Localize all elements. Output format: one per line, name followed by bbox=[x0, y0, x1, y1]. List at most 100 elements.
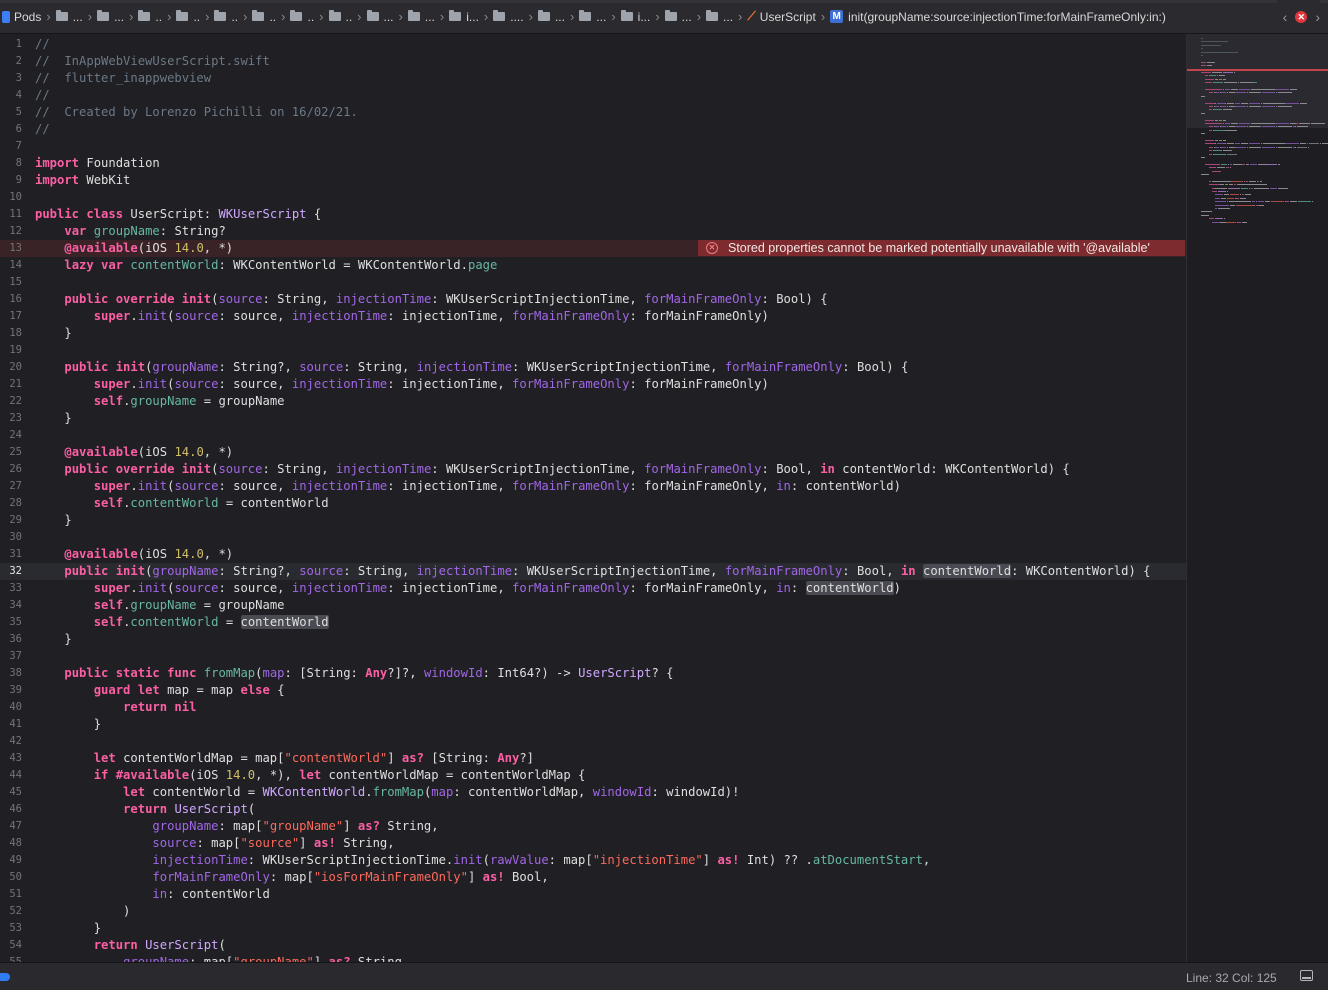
breadcrumb-folder[interactable]: ... bbox=[704, 10, 735, 24]
code-token: : bbox=[629, 581, 637, 595]
code-line[interactable]: 39 guard let map = map else { bbox=[0, 682, 1186, 699]
breadcrumb-file[interactable]: ⟋ UserScript bbox=[745, 9, 817, 24]
code-line[interactable]: 23 } bbox=[0, 410, 1186, 427]
code-token: : bbox=[629, 479, 637, 493]
code-token: source bbox=[174, 479, 219, 493]
code-line[interactable]: 55 groupName: map["groupName"] as? Strin… bbox=[0, 954, 1186, 962]
minimap-visible-region[interactable] bbox=[1187, 34, 1328, 128]
breadcrumb-folder[interactable]: .. bbox=[136, 10, 164, 24]
code-line[interactable]: 7 bbox=[0, 138, 1186, 155]
code-line[interactable]: 18 } bbox=[0, 325, 1186, 342]
code-token: : bbox=[343, 360, 351, 374]
minimap-stroke bbox=[1321, 143, 1328, 145]
breadcrumb-folder[interactable]: .. bbox=[327, 10, 355, 24]
code-line[interactable]: 21 super.init(source: source, injectionT… bbox=[0, 376, 1186, 393]
code-line[interactable]: 47 groupName: map["groupName"] as? Strin… bbox=[0, 818, 1186, 835]
code-line[interactable]: 38 public static func fromMap(map: [Stri… bbox=[0, 665, 1186, 682]
code-line[interactable]: 6 // bbox=[0, 121, 1186, 138]
code-line[interactable]: 14 lazy var contentWorld: WKContentWorld… bbox=[0, 257, 1186, 274]
minimap-stroke bbox=[1215, 187, 1228, 189]
code-line[interactable]: 1 // bbox=[0, 36, 1186, 53]
code-line[interactable]: 54 return UserScript( bbox=[0, 937, 1186, 954]
minimap[interactable] bbox=[1186, 34, 1328, 962]
minimap-stroke bbox=[1256, 204, 1259, 206]
code-line[interactable]: 26 public override init(source: String, … bbox=[0, 461, 1186, 478]
code-line[interactable]: 24 bbox=[0, 427, 1186, 444]
code-line[interactable]: 27 super.init(source: source, injectionT… bbox=[0, 478, 1186, 495]
code-line[interactable]: 37 bbox=[0, 648, 1186, 665]
code-line[interactable]: 10 bbox=[0, 189, 1186, 206]
code-line[interactable]: 22 self.groupName = groupName bbox=[0, 393, 1186, 410]
code-line[interactable]: 29 } bbox=[0, 512, 1186, 529]
code-line[interactable]: 25 @available(iOS 14.0, *) bbox=[0, 444, 1186, 461]
code-line[interactable]: 9 import WebKit bbox=[0, 172, 1186, 189]
inline-error-message[interactable]: ✕ Stored properties cannot be marked pote… bbox=[698, 240, 1185, 256]
code-line[interactable]: 50 forMainFrameOnly: map["iosForMainFram… bbox=[0, 869, 1186, 886]
code-line[interactable]: 28 self.contentWorld = contentWorld bbox=[0, 495, 1186, 512]
error-issue-icon[interactable]: ✕ bbox=[1295, 11, 1308, 23]
debug-area-toggle[interactable] bbox=[0, 973, 10, 981]
breadcrumb-symbol[interactable]: M init(groupName:source:injectionTime:fo… bbox=[828, 10, 1168, 24]
code-token: groupName bbox=[130, 394, 197, 408]
minimap-stroke bbox=[1301, 102, 1308, 104]
code-line[interactable]: 36 } bbox=[0, 631, 1186, 648]
breadcrumb-folder[interactable]: .. bbox=[212, 10, 240, 24]
breadcrumb-folder[interactable]: ... bbox=[577, 10, 608, 24]
code-line[interactable]: 4 // bbox=[0, 87, 1186, 104]
breadcrumb-folder[interactable]: i... bbox=[619, 10, 653, 24]
breadcrumb-folder[interactable]: .. bbox=[250, 10, 278, 24]
code-line[interactable]: 31 @available(iOS 14.0, *) bbox=[0, 546, 1186, 563]
breadcrumb-folder[interactable]: .. bbox=[174, 10, 202, 24]
code-line[interactable]: 43 let contentWorldMap = map["contentWor… bbox=[0, 750, 1186, 767]
minimap-stroke bbox=[1222, 150, 1233, 152]
code-line[interactable]: 42 bbox=[0, 733, 1186, 750]
breadcrumb-root[interactable]: Pods bbox=[0, 10, 43, 24]
code-line[interactable]: 53 } bbox=[0, 920, 1186, 937]
code-line[interactable]: 20 public init(groupName: String?, sourc… bbox=[0, 359, 1186, 376]
source-editor[interactable]: 1 // 2 // InAppWebViewUserScript.swift 3 // f… bbox=[0, 34, 1186, 962]
code-line[interactable]: 34 self.groupName = groupName bbox=[0, 597, 1186, 614]
breadcrumb-folder[interactable]: ... bbox=[95, 10, 126, 24]
code-token: windowId bbox=[423, 666, 483, 680]
code-line[interactable]: 46 return UserScript( bbox=[0, 801, 1186, 818]
code-line[interactable]: 48 source: map["source"] as! String, bbox=[0, 835, 1186, 852]
breadcrumb-folder[interactable]: ... bbox=[406, 10, 437, 24]
code-token: forMainFrameOnly bbox=[512, 309, 630, 323]
breadcrumb-folder[interactable]: .. bbox=[288, 10, 316, 24]
line-number: 33 bbox=[9, 582, 22, 594]
code-line[interactable]: 5 // Created by Lorenzo Pichilli on 16/02… bbox=[0, 104, 1186, 121]
code-line[interactable]: 2 // InAppWebViewUserScript.swift bbox=[0, 53, 1186, 70]
code-line[interactable]: 16 public override init(source: String, … bbox=[0, 291, 1186, 308]
breadcrumb-folder[interactable]: ... bbox=[536, 10, 567, 24]
code-line[interactable]: 19 bbox=[0, 342, 1186, 359]
code-line[interactable]: 44 if #available(iOS 14.0, *), let conte… bbox=[0, 767, 1186, 784]
code-token: String, bbox=[277, 462, 329, 476]
code-line[interactable]: 3 // flutter_inappwebview bbox=[0, 70, 1186, 87]
code-line[interactable]: 12 var groupName: String? bbox=[0, 223, 1186, 240]
code-line[interactable]: 51 in: contentWorld bbox=[0, 886, 1186, 903]
code-line[interactable]: 40 return nil bbox=[0, 699, 1186, 716]
code-line[interactable]: 33 super.init(source: source, injectionT… bbox=[0, 580, 1186, 597]
next-issue-icon[interactable]: › bbox=[1315, 9, 1320, 25]
minimap-stroke bbox=[1201, 55, 1203, 56]
code-line[interactable]: 17 super.init(source: source, injectionT… bbox=[0, 308, 1186, 325]
code-line[interactable]: 32 public init(groupName: String?, sourc… bbox=[0, 563, 1186, 580]
code-line[interactable]: 49 injectionTime: WKUserScriptInjectionT… bbox=[0, 852, 1186, 869]
breadcrumb-folder[interactable]: ... bbox=[365, 10, 396, 24]
previous-issue-icon[interactable]: ‹ bbox=[1283, 9, 1288, 25]
code-line[interactable]: 41 } bbox=[0, 716, 1186, 733]
code-line[interactable]: 45 let contentWorld = WKContentWorld.fro… bbox=[0, 784, 1186, 801]
code-line[interactable]: 11 public class UserScript: WKUserScript … bbox=[0, 206, 1186, 223]
breadcrumb-folder[interactable]: ... bbox=[663, 10, 694, 24]
code-line[interactable]: 35 self.contentWorld = contentWorld bbox=[0, 614, 1186, 631]
minimap-stroke bbox=[1220, 184, 1224, 186]
code-line[interactable]: 52 ) bbox=[0, 903, 1186, 920]
breadcrumb-folder[interactable]: ... bbox=[54, 10, 85, 24]
code-line[interactable]: 8 import Foundation bbox=[0, 155, 1186, 172]
code-line[interactable]: 15 bbox=[0, 274, 1186, 291]
breadcrumb-folder[interactable]: i... bbox=[447, 10, 481, 24]
breadcrumb-folder[interactable]: .... bbox=[491, 10, 525, 24]
code-line[interactable]: 30 bbox=[0, 529, 1186, 546]
panel-toggle-icon[interactable] bbox=[1300, 970, 1313, 981]
